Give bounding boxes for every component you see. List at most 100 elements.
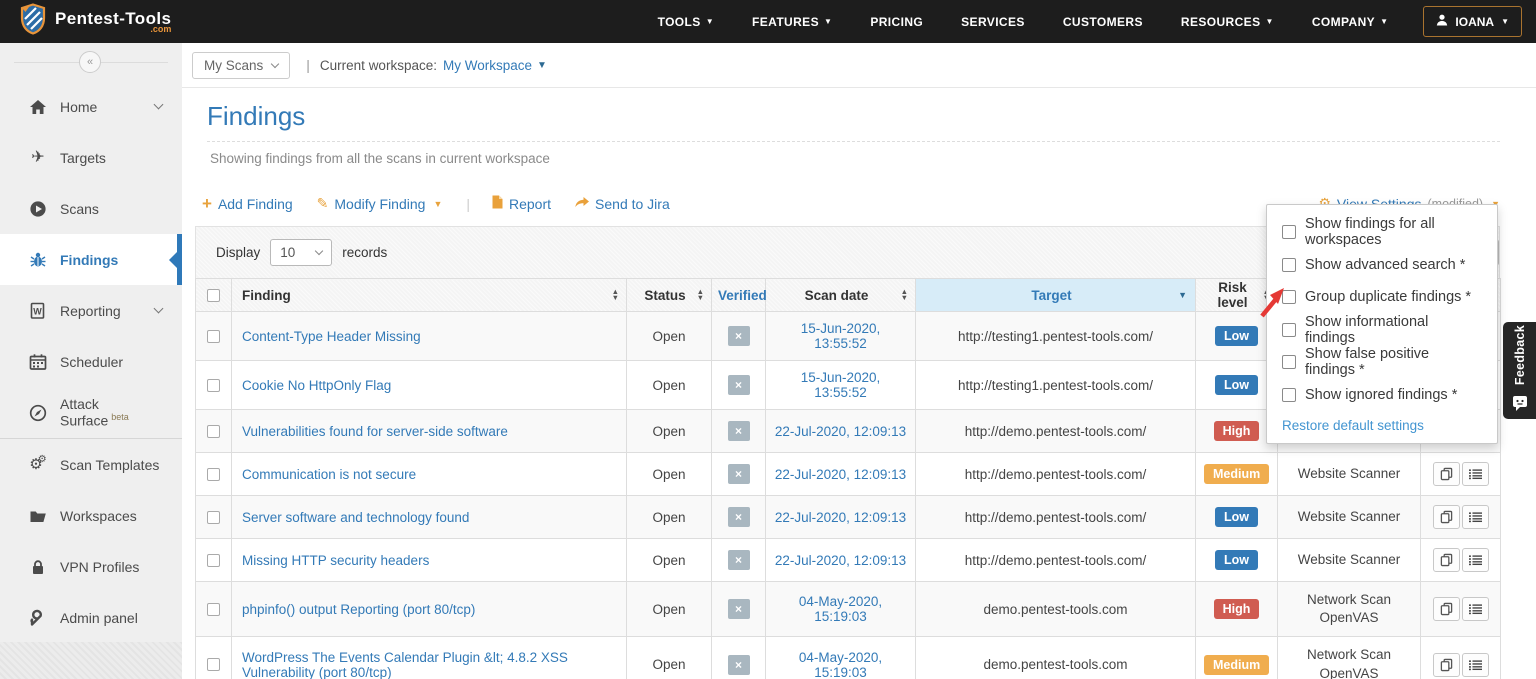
copy-finding-button[interactable] [1433, 597, 1460, 621]
checkbox[interactable] [1282, 258, 1296, 272]
column-header-status[interactable]: Status▲▼ [627, 279, 712, 312]
finding-link[interactable]: Communication is not secure [242, 467, 416, 482]
modify-finding-label: Modify Finding [334, 196, 425, 212]
sidebar-item-scan-templates[interactable]: ⚙⚙Scan Templates [0, 439, 182, 490]
sidebar-item-admin-panel[interactable]: Admin panel [0, 592, 182, 643]
my-scans-selector[interactable]: My Scans [192, 52, 290, 79]
finding-link[interactable]: WordPress The Events Calendar Plugin &lt… [242, 650, 568, 679]
verified-x-badge[interactable]: × [728, 421, 750, 441]
scan-date-link[interactable]: 04-May-2020, 15:19:03 [799, 594, 882, 624]
scan-date-link[interactable]: 22-Jul-2020, 12:09:13 [775, 424, 906, 439]
pentest-tools-logo[interactable]: Pentest-Tools .com [20, 3, 171, 40]
copy-finding-button[interactable] [1433, 505, 1460, 529]
sidebar-item-findings[interactable]: Findings [0, 234, 182, 285]
caret-down-icon: ▼ [706, 17, 714, 26]
verified-x-badge[interactable]: × [728, 326, 750, 346]
column-header-scan-date[interactable]: Scan date▲▼ [766, 279, 916, 312]
view-settings-option-show-false-positive-findings[interactable]: Show false positive findings * [1267, 346, 1497, 379]
row-checkbox[interactable] [207, 658, 220, 671]
nav-item-tools[interactable]: TOOLS▼ [639, 0, 733, 43]
scan-date-link[interactable]: 22-Jul-2020, 12:09:13 [775, 510, 906, 525]
verified-x-badge[interactable]: × [728, 599, 750, 619]
verified-x-badge[interactable]: × [728, 655, 750, 675]
report-button[interactable]: Report [492, 195, 551, 212]
records-per-page-select[interactable]: 10 [270, 239, 332, 266]
scan-date-link[interactable]: 22-Jul-2020, 12:09:13 [775, 467, 906, 482]
caret-down-icon: ▼ [1266, 17, 1274, 26]
nav-item-services[interactable]: SERVICES [942, 0, 1044, 43]
scan-date-link[interactable]: 15-Jun-2020, 13:55:52 [801, 321, 881, 351]
column-header-select[interactable] [196, 279, 232, 312]
copy-finding-button[interactable] [1433, 548, 1460, 572]
caret-down-icon[interactable]: ▼ [537, 60, 547, 71]
finding-link[interactable]: Server software and technology found [242, 510, 469, 525]
scan-date-link[interactable]: 15-Jun-2020, 13:55:52 [801, 370, 881, 400]
send-to-jira-button[interactable]: Send to Jira [575, 196, 670, 212]
sidebar-item-vpn-profiles[interactable]: VPN Profiles [0, 541, 182, 592]
user-account-button[interactable]: IOANA ▼ [1423, 6, 1522, 37]
view-settings-option-show-ignored-findings[interactable]: Show ignored findings * [1267, 379, 1497, 412]
target-cell: http://demo.pentest-tools.com/ [916, 496, 1196, 539]
row-checkbox[interactable] [207, 511, 220, 524]
copy-finding-button[interactable] [1433, 462, 1460, 486]
checkbox[interactable] [1282, 388, 1296, 402]
checkbox[interactable] [1282, 355, 1296, 369]
finding-link[interactable]: Cookie No HttpOnly Flag [242, 378, 391, 393]
row-checkbox[interactable] [207, 603, 220, 616]
column-header-verified[interactable]: Verified [712, 279, 766, 312]
finding-details-button[interactable] [1462, 597, 1489, 621]
chevron-down-icon [315, 247, 323, 255]
column-header-target[interactable]: Target▼ [916, 279, 1196, 312]
verified-x-badge[interactable]: × [728, 375, 750, 395]
verified-x-badge[interactable]: × [728, 550, 750, 570]
finding-link[interactable]: Content-Type Header Missing [242, 329, 421, 344]
modify-finding-button[interactable]: ✎ Modify Finding ▼ [317, 195, 443, 212]
feedback-tab[interactable]: Feedback [1503, 322, 1536, 419]
nav-item-features[interactable]: FEATURES▼ [733, 0, 851, 43]
nav-item-company[interactable]: COMPANY▼ [1293, 0, 1408, 43]
view-settings-option-show-advanced-search[interactable]: Show advanced search * [1267, 249, 1497, 282]
beta-badge: beta [111, 412, 129, 422]
checkbox[interactable] [1282, 323, 1296, 337]
checkbox[interactable] [1282, 225, 1296, 239]
finding-details-button[interactable] [1462, 653, 1489, 677]
sidebar-item-reporting[interactable]: WReporting [0, 285, 182, 336]
sidebar-item-workspaces[interactable]: Workspaces [0, 490, 182, 541]
scan-date-link[interactable]: 22-Jul-2020, 12:09:13 [775, 553, 906, 568]
sidebar-item-targets[interactable]: ✈Targets [0, 132, 182, 183]
finding-details-button[interactable] [1462, 505, 1489, 529]
row-checkbox[interactable] [207, 330, 220, 343]
finding-link[interactable]: Missing HTTP security headers [242, 553, 429, 568]
sidebar-item-home[interactable]: Home [0, 81, 182, 132]
nav-item-pricing[interactable]: PRICING [851, 0, 942, 43]
finding-link[interactable]: phpinfo() output Reporting (port 80/tcp) [242, 602, 475, 617]
row-checkbox[interactable] [207, 554, 220, 567]
finding-details-button[interactable] [1462, 548, 1489, 572]
sidebar-collapse-button[interactable]: « [79, 51, 101, 73]
verified-x-badge[interactable]: × [728, 507, 750, 527]
select-all-checkbox[interactable] [207, 289, 220, 302]
copy-finding-button[interactable] [1433, 653, 1460, 677]
scan-date-link[interactable]: 04-May-2020, 15:19:03 [799, 650, 882, 679]
view-settings-option-show-findings-for-all-workspaces[interactable]: Show findings for all workspaces [1267, 216, 1497, 249]
found-by-cell: Website Scanner [1298, 465, 1401, 483]
nav-item-customers[interactable]: CUSTOMERS [1044, 0, 1162, 43]
sidebar-item-label: VPN Profiles [60, 559, 168, 575]
sidebar-item-scans[interactable]: Scans [0, 183, 182, 234]
finding-details-button[interactable] [1462, 462, 1489, 486]
checkbox[interactable] [1282, 290, 1296, 304]
restore-default-settings-link[interactable]: Restore default settings [1267, 411, 1497, 435]
sidebar-item-scheduler[interactable]: Scheduler [0, 336, 182, 387]
verified-x-badge[interactable]: × [728, 464, 750, 484]
finding-link[interactable]: Vulnerabilities found for server-side so… [242, 424, 508, 439]
workspace-name-link[interactable]: My Workspace [443, 58, 532, 73]
column-header-finding[interactable]: Finding▲▼ [232, 279, 627, 312]
view-settings-option-group-duplicate-findings[interactable]: Group duplicate findings * [1267, 281, 1497, 314]
sidebar-item-attack-surface[interactable]: Attack Surfacebeta [0, 387, 182, 438]
row-checkbox[interactable] [207, 425, 220, 438]
nav-item-resources[interactable]: RESOURCES▼ [1162, 0, 1293, 43]
row-checkbox[interactable] [207, 379, 220, 392]
view-settings-option-show-informational-findings[interactable]: Show informational findings [1267, 314, 1497, 347]
row-checkbox[interactable] [207, 468, 220, 481]
add-finding-button[interactable]: + Add Finding [202, 195, 293, 212]
